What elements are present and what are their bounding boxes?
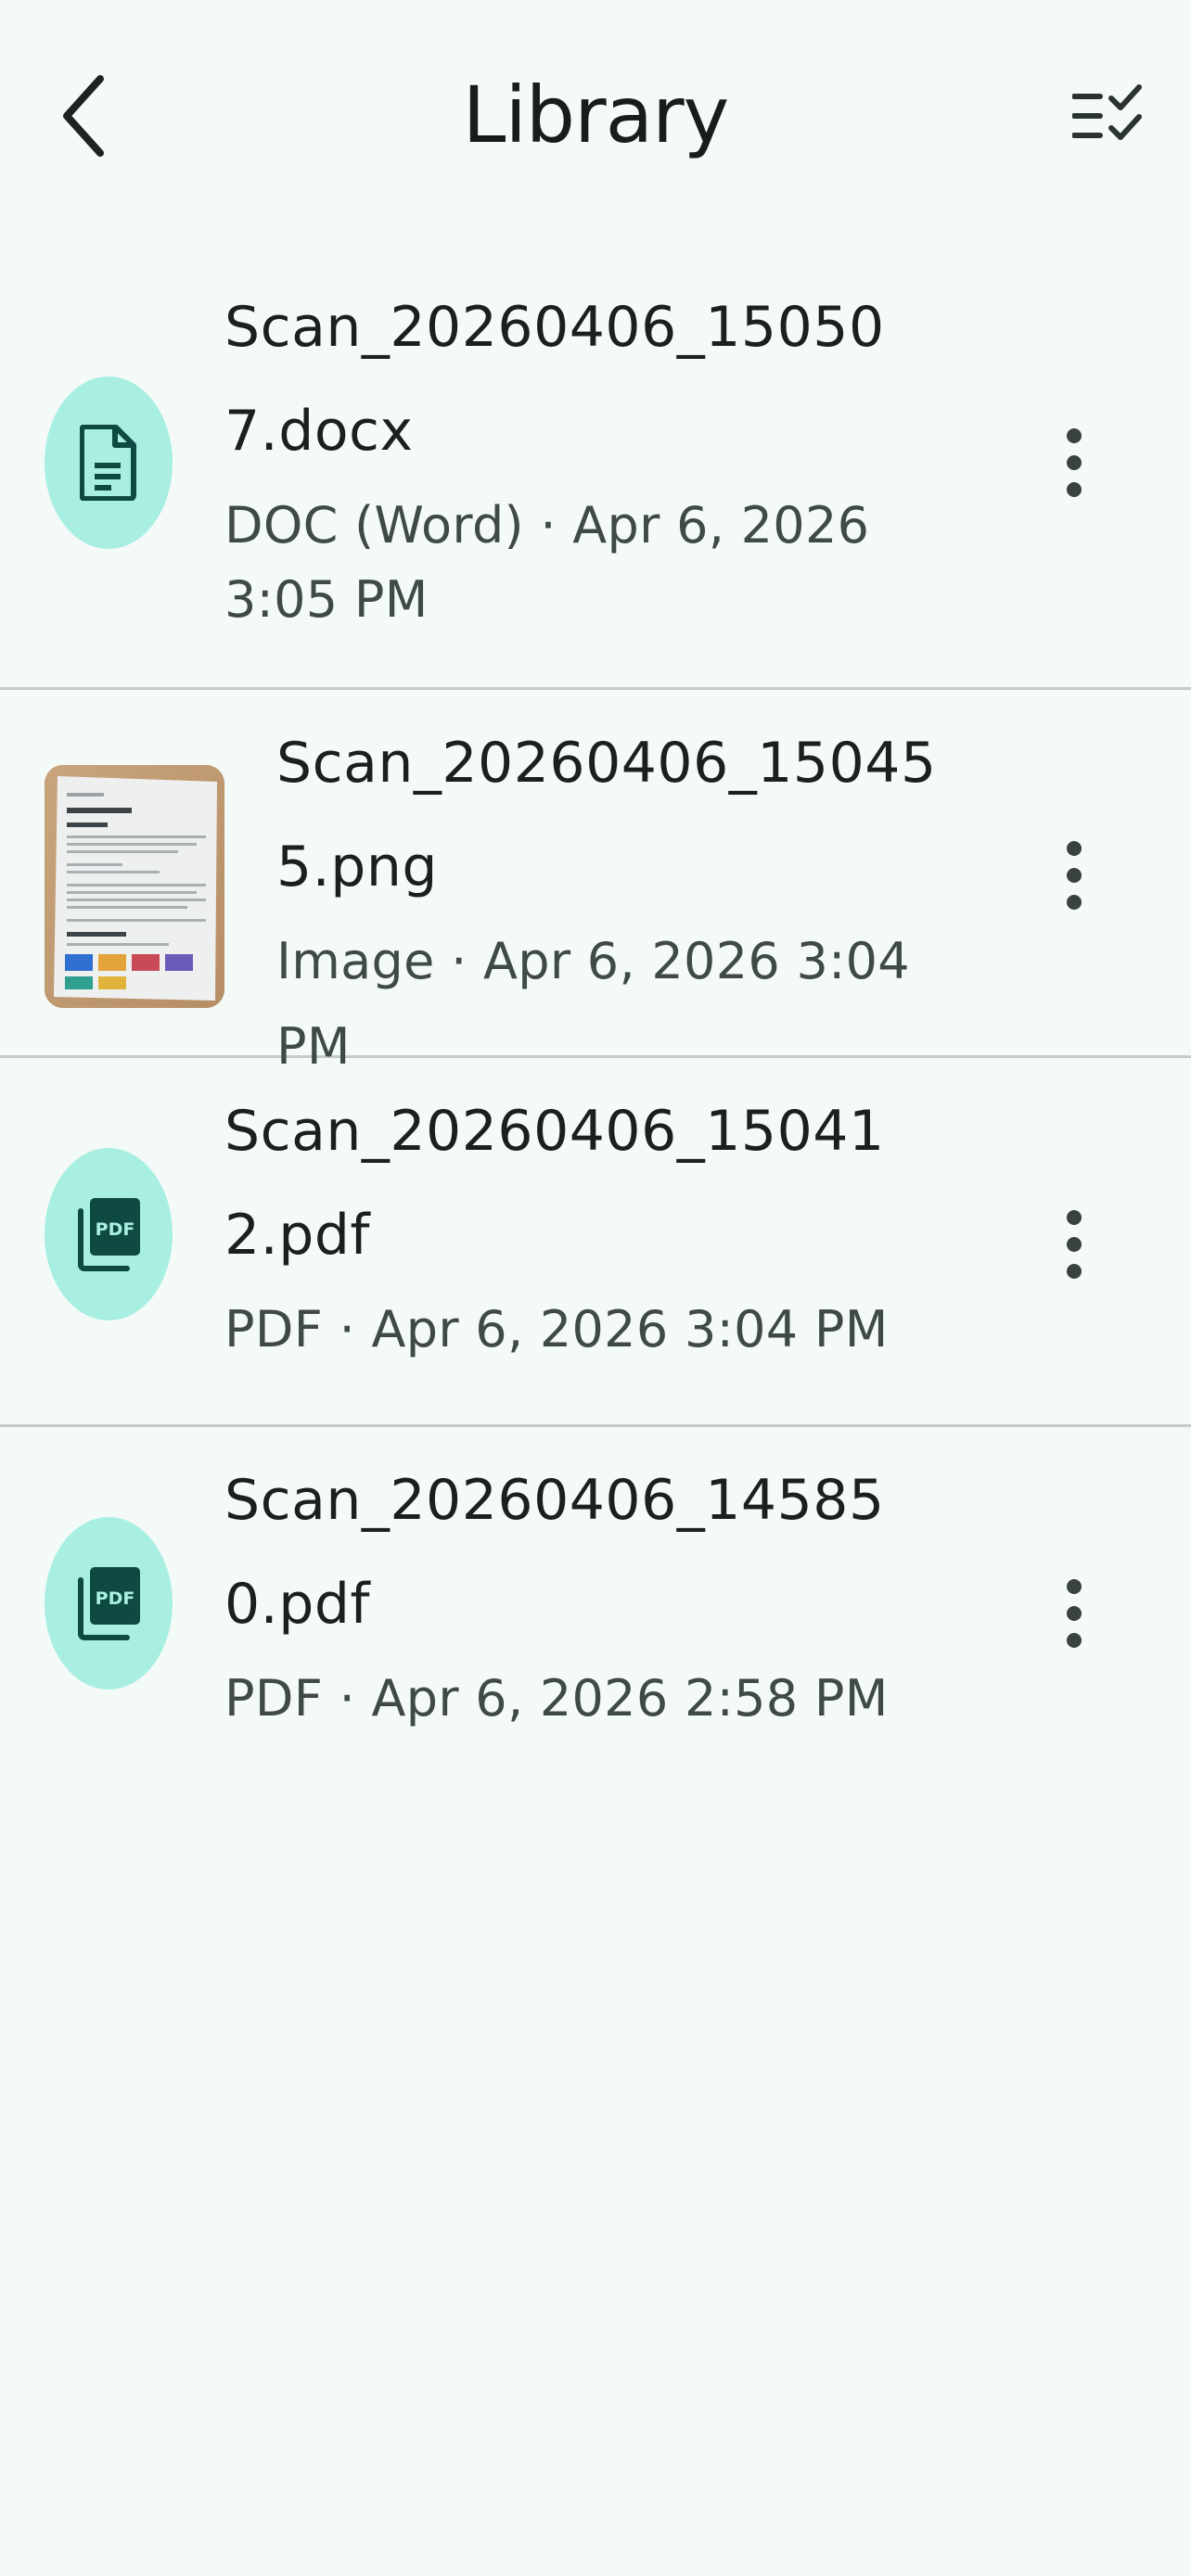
image-thumbnail [45, 765, 224, 1008]
file-name: Scan_20260406_150412.pdf [224, 1099, 885, 1268]
file-meta-type-date: DOC (Word) · Apr 6, 2026 [224, 496, 870, 555]
file-list-item[interactable]: PDF Scan_20260406_145850.pdf PDF · Apr 6… [0, 1427, 1191, 1796]
file-info: Scan_20260406_150412.pdf PDF · Apr 6, 20… [224, 1079, 929, 1372]
select-mode-button[interactable] [1061, 74, 1154, 158]
more-options-button[interactable] [1046, 1562, 1102, 1664]
document-icon [45, 376, 173, 549]
file-name: Scan_20260406_150507.docx [224, 295, 885, 464]
file-info: Scan_20260406_150455.png Image · Apr 6, … [276, 711, 944, 1090]
file-info: Scan_20260406_150507.docx DOC (Word) · A… [224, 275, 929, 643]
file-meta-time: 3:05 PM [224, 570, 429, 629]
library-screen: Library Scan_20260406_150507.docx DOC (W… [0, 0, 1191, 2576]
file-list-item[interactable]: PDF Scan_20260406_150412.pdf PDF · Apr 6… [0, 1058, 1191, 1427]
chevron-left-icon [63, 75, 104, 157]
pdf-icon: PDF [45, 1517, 173, 1690]
more-options-button[interactable] [1046, 824, 1102, 926]
checklist-icon [1072, 84, 1142, 140]
file-name: Scan_20260406_145850.pdf [224, 1468, 885, 1637]
more-options-button[interactable] [1046, 1193, 1102, 1295]
file-list-item[interactable]: Scan_20260406_150455.png Image · Apr 6, … [0, 690, 1191, 1076]
file-name: Scan_20260406_150455.png [276, 731, 937, 899]
file-meta: PDF · Apr 6, 2026 2:58 PM [224, 1669, 889, 1728]
file-info: Scan_20260406_145850.pdf PDF · Apr 6, 20… [224, 1448, 929, 1741]
top-app-bar: Library [0, 0, 1191, 232]
file-meta: DOC (Word) · Apr 6, 2026 3:05 PM [224, 483, 929, 643]
file-list-item[interactable]: Scan_20260406_150507.docx DOC (Word) · A… [0, 252, 1191, 690]
file-meta: PDF · Apr 6, 2026 3:04 PM [224, 1300, 889, 1358]
file-list: Scan_20260406_150507.docx DOC (Word) · A… [0, 252, 1191, 1796]
more-vert-icon [1067, 1210, 1082, 1279]
page-title: Library [462, 70, 730, 160]
pdf-icon: PDF [45, 1148, 173, 1320]
more-options-button[interactable] [1046, 412, 1102, 514]
more-vert-icon [1067, 1579, 1082, 1648]
back-button[interactable] [46, 65, 121, 167]
svg-text:PDF: PDF [96, 1588, 135, 1609]
svg-text:PDF: PDF [96, 1219, 135, 1240]
more-vert-icon [1067, 428, 1082, 497]
more-vert-icon [1067, 841, 1082, 910]
